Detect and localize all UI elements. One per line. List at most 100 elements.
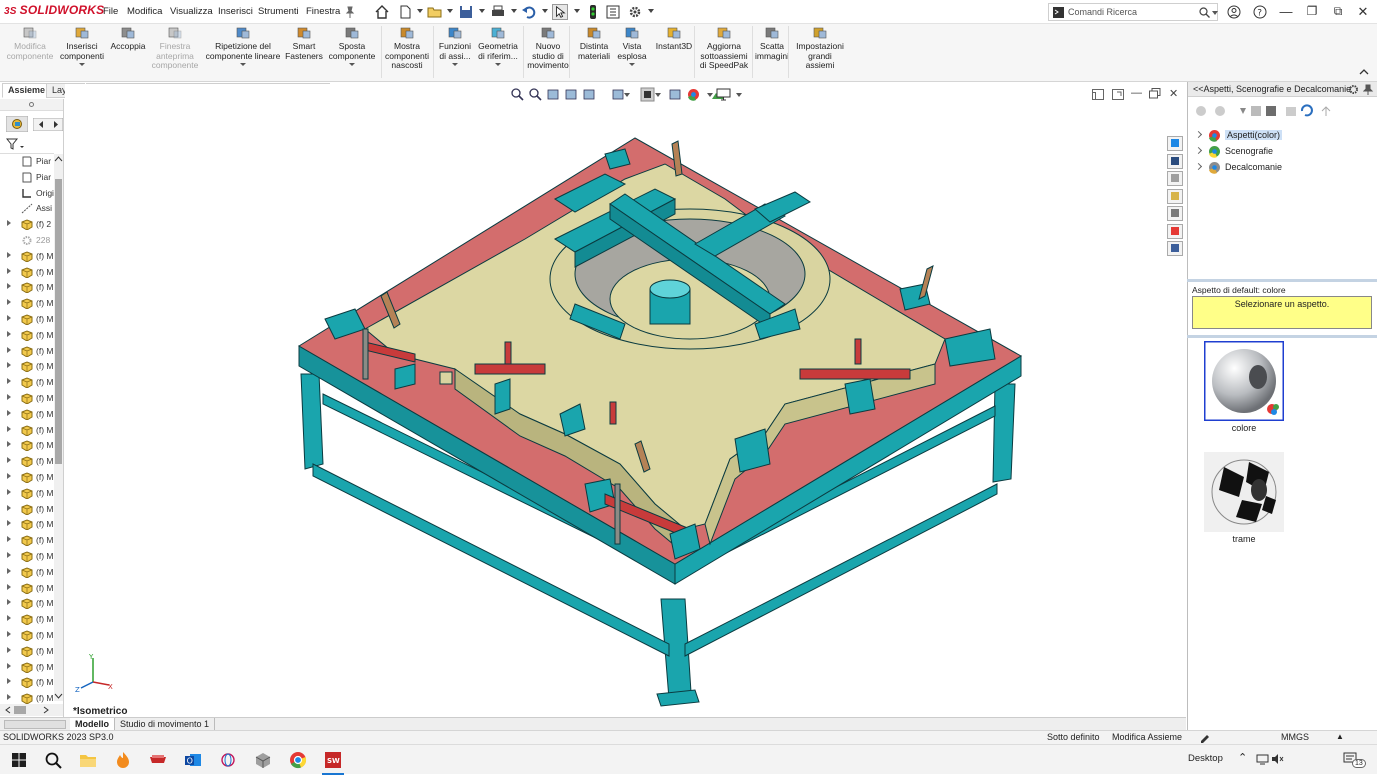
filter-icon[interactable] [6, 137, 26, 151]
tree-row-component[interactable]: (f) M [0, 359, 54, 374]
expand-arrow-icon[interactable] [7, 567, 11, 574]
pin-icon[interactable] [345, 6, 355, 18]
undo-icon[interactable] [521, 4, 537, 20]
model-tab-1[interactable]: Studio di movimento 1 [115, 718, 216, 730]
ribbon-scatta-button[interactable]: Scatta immagini [752, 26, 792, 61]
taskbar-search-icon[interactable] [44, 751, 62, 769]
tree-row-component[interactable]: (f) M [0, 628, 54, 643]
expand-arrow-icon[interactable] [7, 615, 11, 622]
tree-row-component[interactable]: (f) M [0, 438, 54, 453]
ribbon-mostra-button[interactable]: Mostra componenti nascosti [382, 26, 432, 71]
expand-arrow-icon[interactable] [7, 583, 11, 590]
ribbon-dropdown-icon[interactable] [495, 63, 501, 66]
file-explorer-icon[interactable] [79, 751, 97, 769]
expand-arrow-icon[interactable] [7, 409, 11, 416]
menu-finestra[interactable]: Finestra [306, 6, 340, 17]
expand-arrow-icon[interactable] [7, 662, 11, 669]
expand-arrow-icon[interactable] [7, 552, 11, 558]
tray-chevron-icon[interactable]: ⌃ [1238, 751, 1247, 764]
ribbon-dropdown-icon[interactable] [240, 63, 246, 66]
print-icon[interactable] [490, 4, 506, 20]
tree-hscrollbar-thumb[interactable] [14, 706, 26, 714]
tree-row[interactable]: 228 [0, 233, 54, 248]
tree-row[interactable]: Assi [0, 201, 54, 216]
expand-arrow-icon[interactable] [1194, 146, 1203, 155]
expand-arrow-icon[interactable] [7, 425, 11, 432]
tree-row-component[interactable]: (f) M [0, 533, 54, 548]
ribbon-geometria-button[interactable]: Geometria di riferim... [475, 26, 521, 66]
help-icon[interactable]: ? [1253, 5, 1267, 19]
tree-row-component[interactable]: (f) M [0, 675, 54, 690]
tree-row-component[interactable]: (f) M [0, 265, 54, 280]
menu-strumenti[interactable]: Strumenti [258, 6, 299, 17]
new-document-icon[interactable] [397, 4, 413, 20]
scroll-up-icon[interactable] [54, 155, 63, 163]
tree-row[interactable]: Origi [0, 186, 54, 201]
outlook-icon[interactable]: O [184, 751, 202, 769]
expand-arrow-icon[interactable] [7, 299, 11, 306]
print-dropdown-icon[interactable] [511, 9, 517, 13]
ribbon-sposta-button[interactable]: Sposta componente [327, 26, 377, 66]
tree-hscrollbar[interactable] [0, 704, 63, 716]
menu-modifica[interactable]: Modifica [127, 6, 162, 17]
ribbon-impostazioni-button[interactable]: Impostazioni grandi assiemi [792, 26, 848, 71]
expand-arrow-icon[interactable] [7, 694, 11, 701]
ribbon-accoppia-button[interactable]: Accoppia [108, 26, 148, 52]
save-icon[interactable] [458, 4, 474, 20]
ribbon-dropdown-icon[interactable] [452, 63, 458, 66]
expand-arrow-icon[interactable] [7, 346, 11, 353]
expand-arrow-icon[interactable] [7, 646, 11, 653]
tree-row-component[interactable]: (f) M [0, 391, 54, 406]
tree-row-component[interactable]: (f) M [0, 407, 54, 422]
menu-visualizza[interactable]: Visualizza [170, 6, 213, 17]
flame-app-icon[interactable] [114, 751, 132, 769]
tree-row[interactable]: Piar [0, 154, 54, 169]
undo-dropdown-icon[interactable] [542, 9, 548, 13]
appearances-tab-icon[interactable] [1167, 206, 1183, 221]
open-dropdown-icon[interactable] [447, 9, 453, 13]
expand-arrow-icon[interactable] [7, 488, 11, 495]
tree-nav-arrows[interactable] [33, 118, 63, 131]
tray-volume-muted-icon[interactable] [1271, 753, 1284, 765]
units-dropdown-icon[interactable]: ▲ [1336, 732, 1344, 741]
solidworks-logo[interactable]: 3S SOLIDWORKS [4, 3, 104, 17]
scroll-down-icon[interactable] [54, 692, 63, 700]
tree-row-component[interactable]: (f) M [0, 517, 54, 532]
expand-arrow-icon[interactable] [7, 457, 11, 464]
expand-arrow-icon[interactable] [7, 283, 11, 290]
expand-arrow-icon[interactable] [7, 678, 11, 685]
windows-start-icon[interactable] [10, 751, 28, 769]
search-dropdown-icon[interactable] [1212, 11, 1218, 15]
ribbon-dropdown-icon[interactable] [629, 63, 635, 66]
task-pane-pin-icon[interactable] [1363, 84, 1374, 95]
tree-row-component[interactable]: (f) M [0, 470, 54, 485]
model-tab-0[interactable]: Modello [70, 718, 115, 730]
task-pane-splitter-2[interactable] [1187, 335, 1377, 338]
search-icon[interactable] [1199, 7, 1210, 18]
chrome-icon[interactable] [289, 751, 307, 769]
expand-arrow-icon[interactable] [7, 220, 11, 227]
open-folder-icon[interactable] [427, 4, 443, 20]
new-dropdown-icon[interactable] [417, 9, 423, 13]
solidworks-2023-icon[interactable]: SW [324, 751, 342, 769]
menu-inserisci[interactable]: Inserisci [218, 6, 253, 17]
assembly-model-render[interactable] [65, 84, 1186, 717]
file-properties-icon[interactable] [605, 4, 621, 20]
tree-row-component[interactable]: (f) M [0, 502, 54, 517]
tree-row-component[interactable]: (f) M [0, 612, 54, 627]
ribbon-aggiorna-button[interactable]: Aggiorna sottoassiemi di SpeedPak [698, 26, 750, 71]
ribbon-ripetizione-del-button[interactable]: Ripetizione del componente lineare [203, 26, 283, 66]
command-search-field[interactable]: Comandi Ricerca [1048, 3, 1218, 21]
expand-arrow-icon[interactable] [7, 315, 11, 321]
select-dropdown-icon[interactable] [574, 9, 580, 13]
expand-arrow-icon[interactable] [7, 394, 11, 400]
expand-arrow-icon[interactable] [7, 378, 11, 385]
expand-arrow-icon[interactable] [7, 362, 11, 369]
red-app-icon[interactable] [149, 751, 167, 769]
tree-row-component[interactable]: (f) M [0, 581, 54, 596]
tree-row-component[interactable]: (f) M [0, 660, 54, 675]
expand-arrow-icon[interactable] [7, 631, 11, 637]
tree-row-component[interactable]: (f) M [0, 549, 54, 564]
expand-arrow-icon[interactable] [7, 251, 11, 258]
ribbon-funzioni-button[interactable]: Funzioni di assi... [435, 26, 475, 66]
